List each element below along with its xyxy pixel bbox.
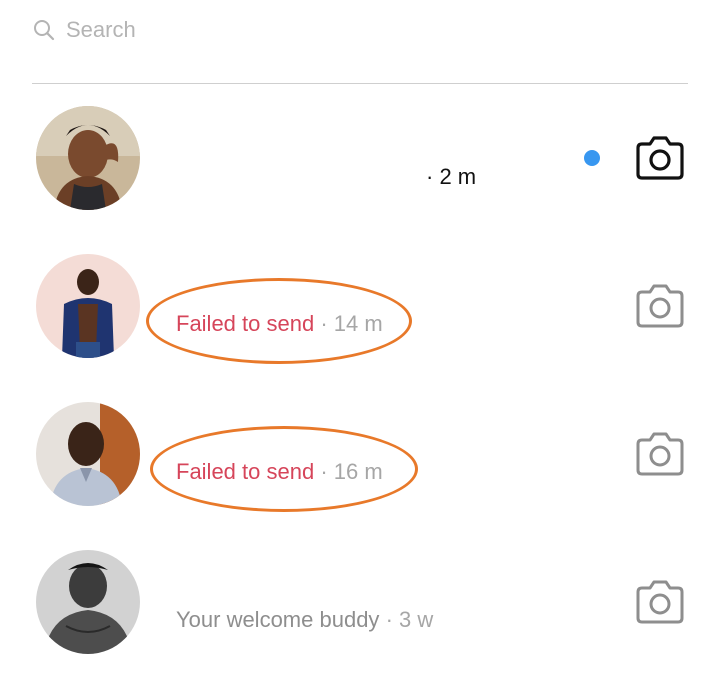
camera-icon[interactable] xyxy=(634,134,686,182)
separator-dot: · xyxy=(320,311,328,336)
thread-meta: Your welcome buddy · 3 w xyxy=(176,607,433,633)
avatar[interactable] xyxy=(36,402,140,506)
thread-time: 3 w xyxy=(399,607,434,632)
message-preview: Your welcome buddy xyxy=(176,607,380,632)
avatar[interactable] xyxy=(36,254,140,358)
search-bar[interactable] xyxy=(32,10,688,50)
thread-meta: Failed to send · 14 m xyxy=(176,311,383,337)
failed-status: Failed to send xyxy=(176,311,315,336)
avatar[interactable] xyxy=(36,106,140,210)
avatar[interactable] xyxy=(36,550,140,654)
thread-row[interactable]: · 2 m xyxy=(0,86,720,234)
thread-time: 14 m xyxy=(333,311,383,336)
search-icon xyxy=(32,18,56,42)
search-input[interactable] xyxy=(66,17,626,43)
thread-time: 2 m xyxy=(439,164,477,189)
camera-icon[interactable] xyxy=(634,282,686,330)
camera-icon[interactable] xyxy=(634,578,686,626)
thread-row[interactable]: Failed to send · 16 m xyxy=(0,382,720,530)
camera-icon[interactable] xyxy=(634,430,686,478)
thread-meta: · 2 m xyxy=(426,164,476,190)
thread-time: 16 m xyxy=(333,459,383,484)
unread-indicator xyxy=(584,150,600,166)
separator-dot: · xyxy=(320,459,328,484)
separator-dot: · xyxy=(426,164,434,189)
search-divider xyxy=(32,83,688,84)
separator-dot: · xyxy=(385,607,393,632)
failed-status: Failed to send xyxy=(176,459,315,484)
thread-meta: Failed to send · 16 m xyxy=(176,459,383,485)
thread-row[interactable]: Your welcome buddy · 3 w xyxy=(0,530,720,678)
thread-row[interactable]: Failed to send · 14 m xyxy=(0,234,720,382)
